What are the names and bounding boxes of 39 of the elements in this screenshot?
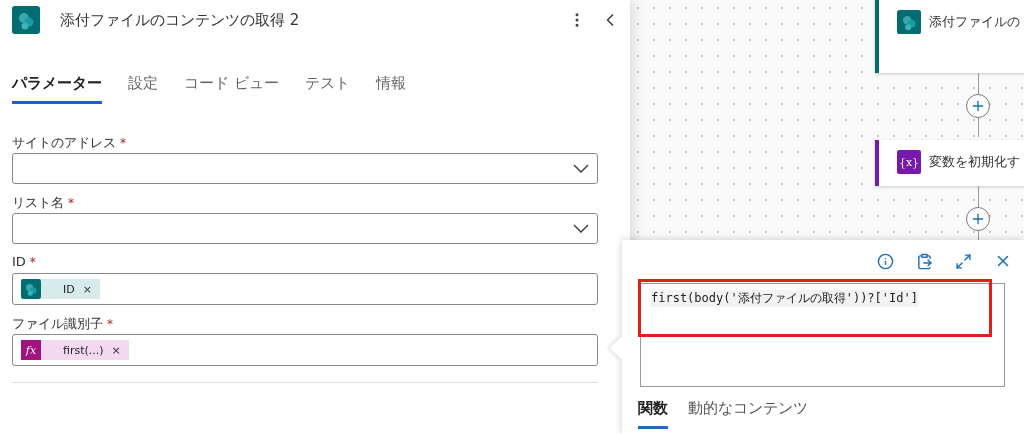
plus-icon: [970, 98, 986, 114]
add-step-button[interactable]: [966, 94, 990, 118]
action-title: 変数を初期化す: [929, 153, 1020, 171]
expand-icon[interactable]: [955, 252, 972, 270]
add-step-button[interactable]: [966, 207, 990, 231]
input-field[interactable]: ID ×: [12, 273, 598, 305]
fx-icon: fx: [21, 340, 41, 360]
expression-text: first(body('添付ファイルの取得'))?['Id']: [651, 290, 918, 307]
sharepoint-icon: [897, 10, 921, 34]
field-label: ID *: [12, 254, 37, 271]
remove-token-button[interactable]: ×: [82, 282, 92, 296]
token-chip[interactable]: ID ×: [21, 279, 100, 299]
field-label: サイトのアドレス *: [12, 134, 127, 152]
variable-icon: {x}: [897, 150, 921, 174]
field-label: リスト名 *: [12, 194, 75, 212]
tab[interactable]: コード ビュー: [184, 74, 279, 104]
chevron-down-icon: [573, 224, 589, 233]
tab[interactable]: パラメーター: [12, 74, 102, 104]
action-card[interactable]: {x} 変数を初期化す: [875, 140, 1024, 186]
field-label: ファイル識別子 *: [12, 315, 114, 333]
dropdown-field[interactable]: [12, 213, 598, 244]
chevron-down-icon: [573, 164, 589, 173]
clipboard-icon[interactable]: [916, 252, 933, 270]
input-field[interactable]: fx first(...) ×: [12, 334, 598, 366]
tab[interactable]: 設定: [128, 74, 158, 104]
action-title: 添付ファイルの: [929, 13, 1020, 31]
tab[interactable]: テスト: [304, 74, 350, 104]
sharepoint-icon: [12, 6, 40, 34]
tab[interactable]: 動的なコンテンツ: [688, 399, 808, 429]
dropdown-field[interactable]: [12, 153, 598, 184]
token-chip[interactable]: fx first(...) ×: [21, 340, 129, 360]
action-card[interactable]: 添付ファイルの: [875, 0, 1024, 73]
tab[interactable]: 関数: [638, 399, 668, 429]
remove-token-button[interactable]: ×: [111, 343, 121, 357]
panel-title: 添付ファイルのコンテンツの取得 2: [60, 10, 301, 30]
sharepoint-icon: [21, 279, 41, 299]
plus-icon: [970, 211, 986, 227]
tab[interactable]: 情報: [375, 74, 406, 104]
info-icon[interactable]: [877, 252, 894, 270]
